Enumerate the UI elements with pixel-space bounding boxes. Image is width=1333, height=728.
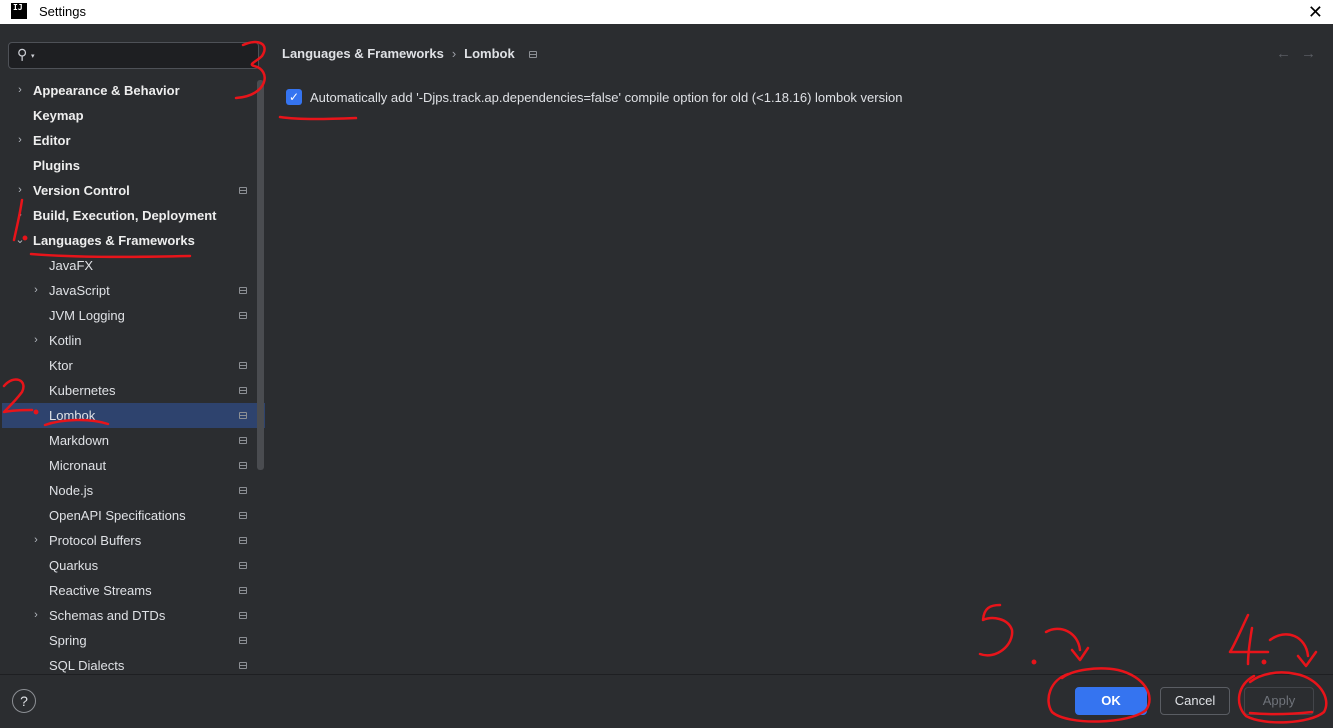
- chevron-right-icon[interactable]: ›: [15, 178, 25, 203]
- sidebar-item-kubernetes[interactable]: Kubernetes: [2, 378, 265, 403]
- project-level-icon: [239, 662, 247, 669]
- sidebar-item-quarkus[interactable]: Quarkus: [2, 553, 265, 578]
- sidebar-item-label: Build, Execution, Deployment: [33, 208, 217, 223]
- sidebar-item-label: Quarkus: [49, 558, 99, 573]
- window-title: Settings: [39, 4, 86, 19]
- sidebar-item-build-execution-deployment[interactable]: › Build, Execution, Deployment: [2, 203, 265, 228]
- sidebar-item-protocol-buffers[interactable]: › Protocol Buffers: [2, 528, 265, 553]
- project-level-icon: [239, 587, 247, 594]
- sidebar-item-label: Version Control: [33, 183, 130, 198]
- search-icon: ⚲: [17, 46, 28, 62]
- forward-arrow-icon[interactable]: →: [1301, 45, 1316, 62]
- back-arrow-icon[interactable]: ←: [1276, 45, 1291, 62]
- sidebar-item-editor[interactable]: › Editor: [2, 128, 265, 153]
- sidebar-item-javascript[interactable]: › JavaScript: [2, 278, 265, 303]
- sidebar-item-sql-dialects[interactable]: SQL Dialects: [2, 653, 265, 674]
- sidebar-item-jvm-logging[interactable]: JVM Logging: [2, 303, 265, 328]
- breadcrumb-separator: ›: [451, 46, 457, 61]
- search-options-caret-icon[interactable]: ▾: [31, 52, 35, 60]
- sidebar-item-label: Schemas and DTDs: [49, 608, 166, 623]
- chevron-right-icon[interactable]: ›: [15, 203, 25, 228]
- sidebar-item-kotlin[interactable]: › Kotlin: [2, 328, 265, 353]
- sidebar-item-label: Plugins: [33, 158, 80, 173]
- project-level-icon: [239, 612, 247, 619]
- settings-content: Languages & Frameworks › Lombok ← → ✓ Auto…: [265, 24, 1333, 674]
- sidebar-item-label: Lombok: [49, 408, 96, 423]
- sidebar-item-openapi-specifications[interactable]: OpenAPI Specifications: [2, 503, 265, 528]
- settings-search[interactable]: ⚲ ▾: [8, 42, 259, 69]
- sidebar-item-lombok[interactable]: Lombok: [2, 403, 265, 428]
- project-level-icon: [239, 562, 247, 569]
- sidebar-item-label: Markdown: [49, 433, 109, 448]
- sidebar-item-label: Kubernetes: [49, 383, 116, 398]
- sidebar-item-label: Micronaut: [49, 458, 107, 473]
- dialog-footer: ? OK Cancel Apply: [0, 674, 1333, 728]
- ok-button[interactable]: OK: [1075, 687, 1147, 715]
- sidebar-item-label: Appearance & Behavior: [33, 83, 180, 98]
- sidebar-item-label: Kotlin: [49, 333, 82, 348]
- sidebar-item-label: OpenAPI Specifications: [49, 508, 186, 523]
- sidebar-item-label: JavaFX: [49, 258, 94, 273]
- settings-tree: › Appearance & Behavior Keymap › Editor Plugi…: [2, 78, 265, 674]
- sidebar-item-version-control[interactable]: › Version Control: [2, 178, 265, 203]
- chevron-right-icon[interactable]: ›: [31, 528, 41, 553]
- search-input[interactable]: [41, 46, 251, 66]
- sidebar-item-spring[interactable]: Spring: [2, 628, 265, 653]
- sidebar-item-label: Protocol Buffers: [49, 533, 142, 548]
- sidebar-item-reactive-streams[interactable]: Reactive Streams: [2, 578, 265, 603]
- sidebar-item-label: JavaScript: [49, 283, 110, 298]
- help-icon[interactable]: ?: [12, 689, 36, 713]
- lombok-option-label[interactable]: Automatically add '-Djps.track.ap.depend…: [310, 90, 902, 105]
- chevron-right-icon[interactable]: ›: [31, 278, 41, 303]
- sidebar-item-markdown[interactable]: Markdown: [2, 428, 265, 453]
- sidebar-item-label: Node.js: [49, 483, 94, 498]
- sidebar-item-label: JVM Logging: [49, 308, 125, 323]
- chevron-right-icon[interactable]: ›: [31, 603, 41, 628]
- sidebar-item-label: Languages & Frameworks: [33, 233, 195, 248]
- sidebar-item-label: Spring: [49, 633, 87, 648]
- project-level-icon: [239, 187, 247, 194]
- lombok-option-checkbox[interactable]: ✓: [286, 89, 302, 105]
- title-bar: IJ Settings ✕: [0, 0, 1333, 24]
- sidebar-item-appearance-behavior[interactable]: › Appearance & Behavior: [2, 78, 265, 103]
- project-level-icon: [239, 412, 247, 419]
- sidebar-item-label: Reactive Streams: [49, 583, 152, 598]
- breadcrumb-parent[interactable]: Languages & Frameworks: [282, 46, 444, 61]
- sidebar-item-ktor[interactable]: Ktor: [2, 353, 265, 378]
- sidebar-item-micronaut[interactable]: Micronaut: [2, 453, 265, 478]
- project-level-icon: [239, 312, 247, 319]
- sidebar-item-plugins[interactable]: Plugins: [2, 153, 265, 178]
- project-level-icon: [528, 51, 537, 59]
- sidebar-item-node-js[interactable]: Node.js: [2, 478, 265, 503]
- cancel-button[interactable]: Cancel: [1160, 687, 1230, 715]
- chevron-right-icon[interactable]: ›: [15, 78, 25, 103]
- project-level-icon: [239, 387, 247, 394]
- sidebar-item-label: Editor: [33, 133, 71, 148]
- chevron-right-icon[interactable]: ›: [31, 328, 41, 353]
- settings-sidebar: ⚲ ▾ › Appearance & Behavior Keymap › Editor P…: [2, 24, 265, 674]
- apply-button[interactable]: Apply: [1244, 687, 1314, 715]
- project-level-icon: [239, 637, 247, 644]
- project-level-icon: [239, 462, 247, 469]
- project-level-icon: [239, 362, 247, 369]
- project-level-icon: [239, 512, 247, 519]
- sidebar-item-label: Ktor: [49, 358, 73, 373]
- project-level-icon: [239, 537, 247, 544]
- sidebar-item-javafx[interactable]: JavaFX: [2, 253, 265, 278]
- breadcrumb: Languages & Frameworks › Lombok: [282, 46, 537, 61]
- close-icon[interactable]: ✕: [1308, 0, 1323, 24]
- project-level-icon: [239, 487, 247, 494]
- chevron-down-icon[interactable]: ⌄: [15, 228, 25, 253]
- intellij-app-icon: IJ: [11, 3, 27, 19]
- sidebar-item-label: SQL Dialects: [49, 658, 125, 673]
- breadcrumb-current: Lombok: [464, 46, 515, 61]
- sidebar-item-languages-frameworks[interactable]: ⌄ Languages & Frameworks: [2, 228, 265, 253]
- project-level-icon: [239, 437, 247, 444]
- sidebar-item-label: Keymap: [33, 108, 84, 123]
- sidebar-scrollbar[interactable]: [257, 80, 264, 470]
- sidebar-item-schemas-and-dtds[interactable]: › Schemas and DTDs: [2, 603, 265, 628]
- chevron-right-icon[interactable]: ›: [15, 128, 25, 153]
- project-level-icon: [239, 287, 247, 294]
- sidebar-item-keymap[interactable]: Keymap: [2, 103, 265, 128]
